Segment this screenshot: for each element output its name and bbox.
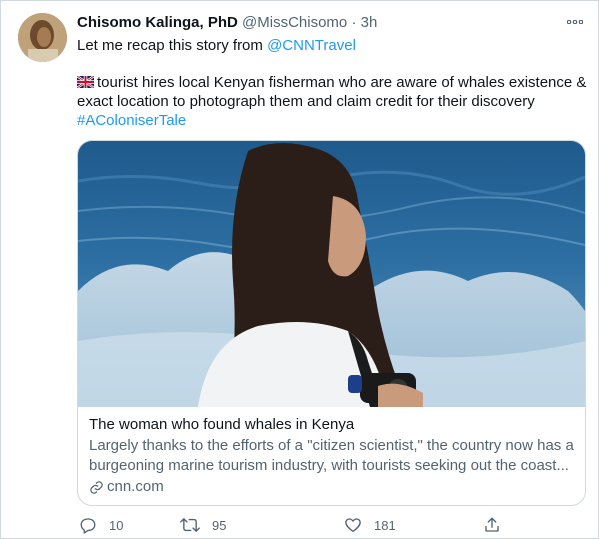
tweet-time[interactable]: 3h [361,14,378,31]
reply-icon [80,518,96,534]
retweet-button[interactable]: 95 [180,516,226,534]
like-button[interactable]: 181 [344,516,396,534]
reply-count: 10 [109,517,124,533]
retweet-icon [180,518,200,532]
author-name[interactable]: Chisomo Kalinga, PhD [77,14,238,31]
link-preview-card[interactable]: The woman who found whales in Kenya Larg… [77,140,586,506]
avatar[interactable] [18,13,67,62]
card-description-line1: Largely thanks to the efforts of a "citi… [89,437,574,454]
tweet-header: Chisomo Kalinga, PhD @MissChisomo · 3h [77,13,377,33]
tweet-text-body: tourist hires local Kenyan fisherman who… [76,73,591,130]
card-description-line2: burgeoning marine tourism industry, with… [89,457,569,474]
card-image[interactable] [78,141,585,407]
heart-icon [345,518,361,533]
share-button[interactable] [483,516,513,534]
share-icon [485,517,499,532]
more-options-icon[interactable] [561,11,589,33]
tweet-text-prefix: Let me recap this story from [77,37,268,54]
tweet-text-line1: Let me recap this story from @CNNTravel [77,36,589,55]
card-domain[interactable]: cnn.com [89,477,577,497]
card-domain-text: cnn.com [107,478,164,495]
link-icon [90,480,103,494]
retweet-count: 95 [212,517,227,533]
uk-flag-icon [76,74,95,89]
reply-button[interactable]: 10 [79,516,123,534]
card-text: The woman who found whales in Kenya Larg… [89,415,577,497]
tweet-container[interactable]: Chisomo Kalinga, PhD @MissChisomo · 3h L… [0,0,599,539]
card-title[interactable]: The woman who found whales in Kenya [89,415,577,435]
tweet-actions: 10 95 181 [77,516,507,538]
author-handle[interactable]: @MissChisomo [242,14,347,31]
card-description: Largely thanks to the efforts of a "citi… [89,436,577,476]
mention-link[interactable]: @CNNTravel [267,37,356,54]
hashtag-link[interactable]: #AColoniserTale [77,112,186,129]
tweet-text-content: tourist hires local Kenyan fisherman who… [77,74,587,110]
like-count: 181 [374,517,396,533]
header-separator: · [351,14,357,31]
